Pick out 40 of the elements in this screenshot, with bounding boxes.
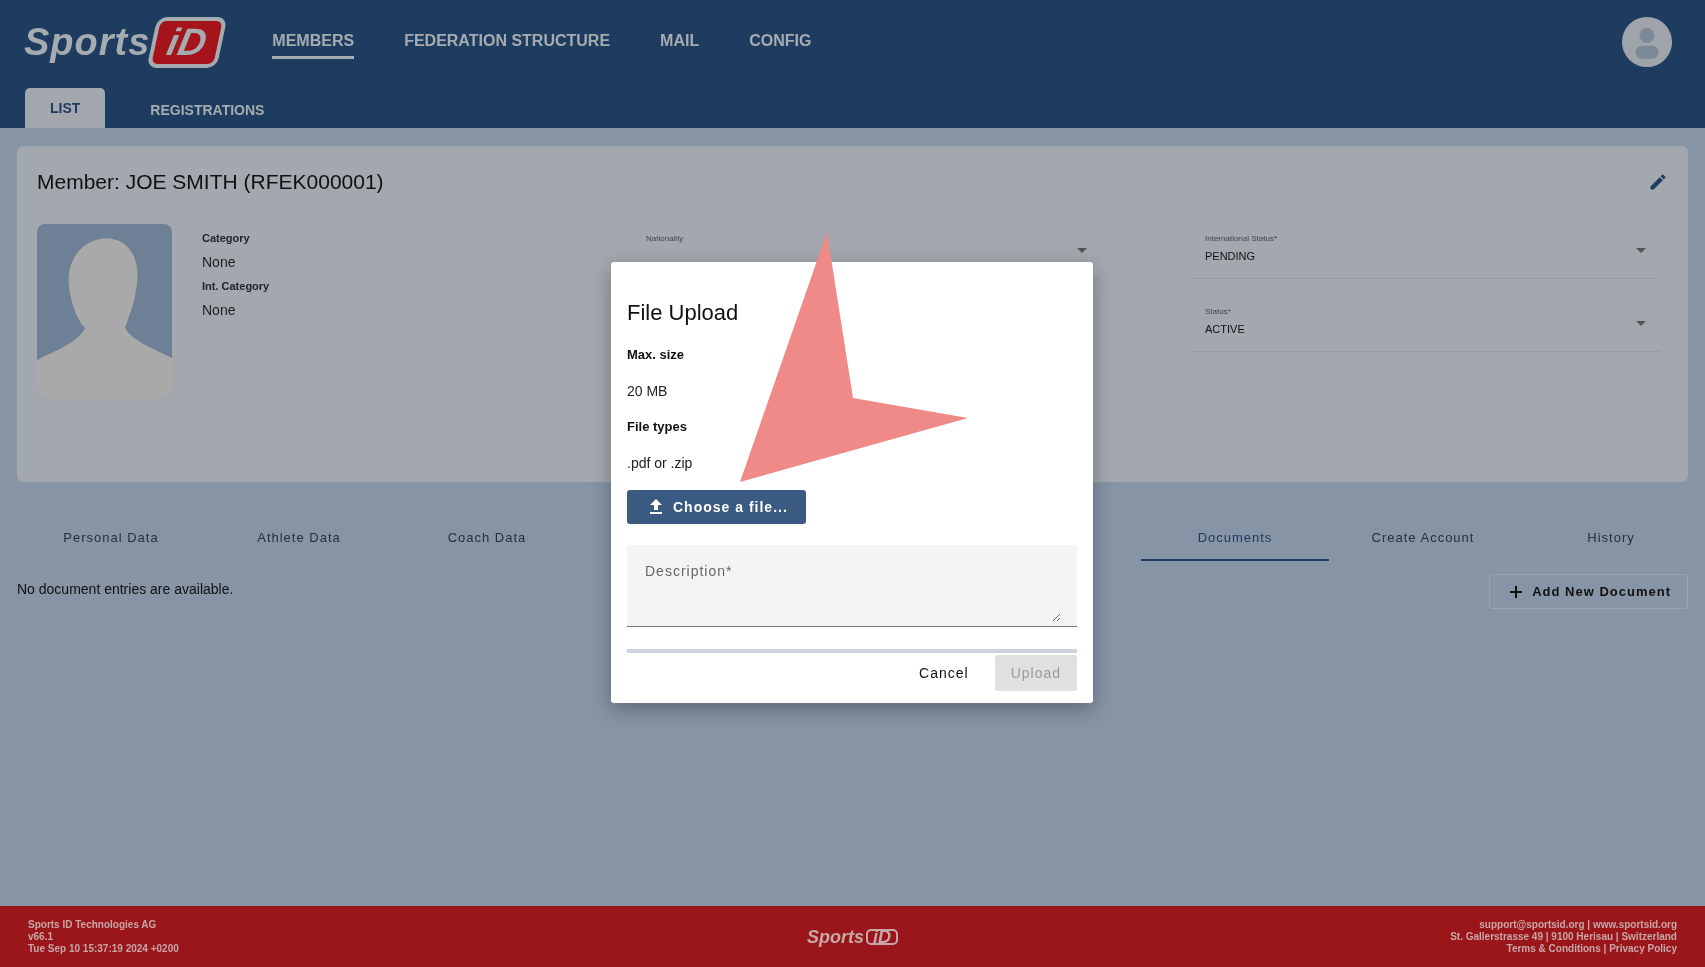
nav-link[interactable]: FEDERATION STRUCTURE (404, 25, 611, 59)
dialog-value: .pdf or .zip (627, 454, 694, 473)
dialog-label: Max. size (627, 346, 686, 364)
subnav-tab[interactable]: LIST (25, 88, 106, 128)
footer-text: v66.1 (28, 930, 55, 943)
field-value: None (202, 254, 237, 270)
section-tab[interactable]: History (1517, 530, 1705, 561)
field-label: Int. Category (202, 280, 271, 292)
field-value: None (202, 302, 237, 318)
cancel-button[interactable]: Cancel (903, 655, 985, 691)
user-avatar-icon[interactable] (1621, 16, 1673, 68)
section-tab[interactable]: Athlete Data (205, 530, 393, 561)
empty-message: No document entries are available. (17, 581, 234, 597)
section-tab[interactable]: Coach Data (393, 530, 581, 561)
section-tab[interactable]: Create Account (1329, 530, 1517, 561)
select-field[interactable]: International Status* PENDING (1189, 224, 1660, 279)
upload-icon (649, 499, 663, 515)
logo: Sports iD (24, 16, 223, 68)
select-field[interactable]: Status* ACTIVE (1189, 297, 1660, 352)
footer-text: Terms & Conditions | Privacy Policy (1505, 942, 1677, 955)
nav-link[interactable]: MAIL (660, 25, 700, 59)
add-document-button[interactable]: Add New Document (1489, 574, 1688, 609)
dialog-title: File Upload (627, 300, 740, 326)
edit-icon[interactable] (1648, 172, 1668, 192)
plus-icon (1510, 585, 1523, 598)
choose-file-button[interactable]: Choose a file... (627, 490, 806, 524)
dialog-value: 20 MB (627, 382, 669, 401)
footer-text: support@sportsid.org | www.sportsid.org (1478, 918, 1677, 931)
description-field[interactable]: Description* (627, 545, 1077, 627)
nav-link[interactable]: CONFIG (749, 25, 812, 59)
field-label: Category (202, 232, 251, 244)
member-title: Member: JOE SMITH (RFEK000001) (37, 170, 384, 194)
section-tab[interactable]: Personal Data (17, 530, 205, 561)
footer-text: Tue Sep 10 15:37:19 2024 +0200 (28, 942, 180, 955)
footer-text: St. Gallerstrasse 49 | 9100 Herisau | Switzerland (1449, 930, 1677, 943)
footer-text: Sports ID Technologies AG (28, 918, 158, 931)
subnav-tab[interactable]: REGISTRATIONS (125, 90, 290, 128)
section-tab[interactable]: Documents (1141, 530, 1329, 561)
nav-link[interactable]: MEMBERS (272, 25, 355, 59)
dialog-label: File types (627, 418, 688, 436)
